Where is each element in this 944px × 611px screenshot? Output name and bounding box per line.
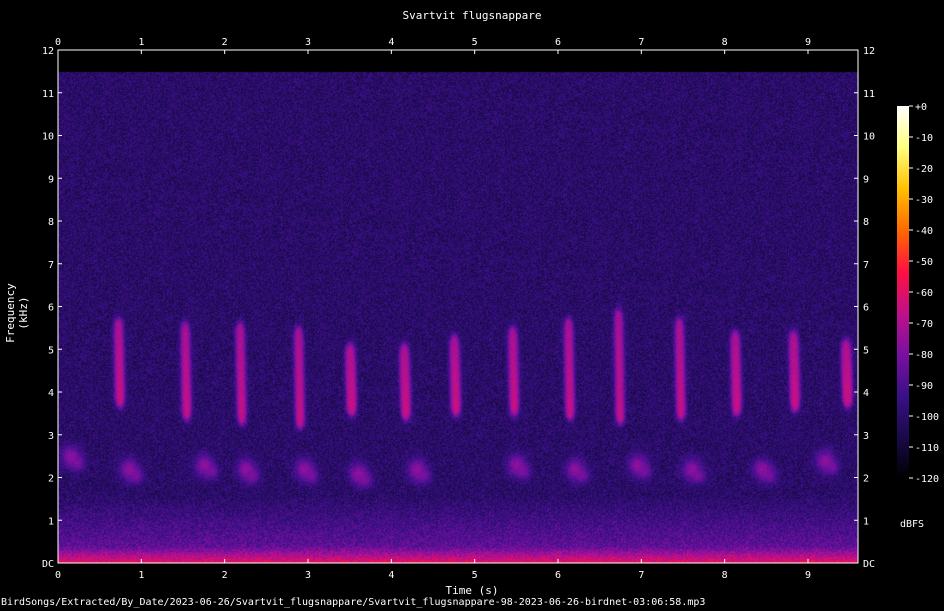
colorbar-tick-label: +0 [915,102,927,113]
x-tick-label-top: 0 [55,37,61,48]
x-tick-label-bottom: 4 [388,570,394,581]
y-ticks-right: DC123456789101112 [854,46,875,570]
x-tick-label-top: 1 [138,37,144,48]
y-tick-label-left: 2 [48,474,54,485]
x-tick-label-bottom: 1 [138,570,144,581]
x-tick-label-bottom: 3 [305,570,311,581]
y-tick-label-left: 3 [48,431,54,442]
y-tick-label-right: 11 [863,89,875,100]
y-tick-label-right: 6 [863,303,869,314]
colorbar-tick-label: -110 [915,443,939,454]
y-tick-label-left: 7 [48,260,54,271]
y-tick-label-right: DC [863,559,875,570]
y-tick-label-left: 1 [48,516,54,527]
x-tick-label-bottom: 8 [722,570,728,581]
y-tick-label-left: 6 [48,303,54,314]
x-tick-label-top: 7 [638,37,644,48]
x-tick-label-bottom: 2 [222,570,228,581]
y-tick-label-right: 12 [863,46,875,57]
colorbar-tick-label: -100 [915,412,939,423]
x-tick-label-top: 5 [472,37,478,48]
x-tick-label-top: 4 [388,37,394,48]
y-tick-label-left: 8 [48,217,54,228]
y-tick-label-right: 3 [863,431,869,442]
y-tick-label-left: 4 [48,388,54,399]
x-tick-label-bottom: 5 [472,570,478,581]
y-tick-label-left: 11 [42,89,54,100]
chart-axes: 0123456789 0123456789 DC123456789101112 … [42,37,939,581]
colorbar-tick-label: -90 [915,381,933,392]
colorbar-tick-label: -30 [915,195,933,206]
x-tick-label-bottom: 7 [638,570,644,581]
y-tick-label-left: 10 [42,132,54,143]
y-tick-label-left: 12 [42,46,54,57]
x-tick-label-top: 9 [805,37,811,48]
y-tick-label-right: 7 [863,260,869,271]
y-tick-label-left: 9 [48,174,54,185]
x-tick-label-bottom: 0 [55,570,61,581]
x-tick-label-bottom: 6 [555,570,561,581]
plot-frame [57,49,859,564]
y-tick-label-right: 1 [863,516,869,527]
x-tick-label-top: 6 [555,37,561,48]
x-tick-label-top: 3 [305,37,311,48]
y-tick-label-right: 5 [863,345,869,356]
colorbar-tick-label: -10 [915,133,933,144]
colorbar-ticks: +0 -10 -20 -30 -40 -50 -60 -70 -80 -90 -100 -110 -12… [909,102,939,485]
y-tick-label-left: 5 [48,345,54,356]
x-tick-label-top: 2 [222,37,228,48]
y-tick-label-right: 2 [863,474,869,485]
colorbar-tick-label: -60 [915,288,933,299]
y-tick-label-right: 10 [863,132,875,143]
colorbar-tick-label: -50 [915,257,933,268]
colorbar-tick-label: -20 [915,164,933,175]
y-tick-label-right: 4 [863,388,869,399]
x-ticks-top: 0 1 2 3 4 5 6 7 8 9 [55,37,811,54]
y-tick-label-left: DC [42,559,54,570]
colorbar-tick-label: -40 [915,226,933,237]
x-tick-label-bottom: 9 [805,570,811,581]
colorbar-tick-label: -80 [915,350,933,361]
colorbar-tick-label: -70 [915,319,933,330]
y-tick-label-right: 9 [863,174,869,185]
x-ticks-bottom: 0 1 2 3 4 5 6 7 8 9 [55,559,811,581]
colorbar-tick-label: -120 [915,474,939,485]
y-tick-label-right: 8 [863,217,869,228]
colorbar [897,106,909,478]
x-tick-label-top: 8 [722,37,728,48]
y-ticks-left: DC123456789101112 [42,46,62,570]
